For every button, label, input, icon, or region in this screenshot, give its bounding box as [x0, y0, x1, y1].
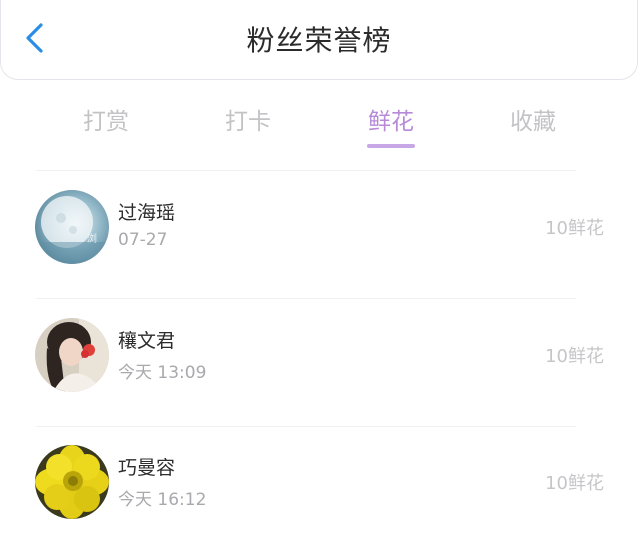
fan-time: 今天 13:09 — [118, 363, 207, 383]
tab-flowers-label: 鲜花 — [368, 109, 414, 135]
fan-name: 穰文君 — [118, 330, 176, 352]
list-item[interactable]: 穰文君 今天 13:09 10鲜花 — [0, 318, 640, 428]
svg-text:浏: 浏 — [87, 232, 97, 245]
fan-time: 07-27 — [118, 230, 168, 250]
moon-avatar: 浏 — [35, 190, 109, 264]
girl-avatar — [35, 318, 109, 392]
flower-count: 10鲜花 — [545, 346, 604, 367]
divider — [36, 170, 576, 171]
flower-count: 10鲜花 — [545, 218, 604, 239]
header-bar: 粉丝荣誉榜 — [0, 0, 638, 80]
tab-favorites[interactable]: 收藏 — [493, 102, 573, 136]
list-item[interactable]: 巧曼容 今天 16:12 10鲜花 — [0, 445, 640, 545]
tab-checkin[interactable]: 打卡 — [208, 102, 288, 136]
tab-active-indicator — [367, 144, 415, 148]
divider — [36, 298, 576, 299]
tab-flowers[interactable]: 鲜花 — [351, 102, 431, 148]
page-title: 粉丝荣誉榜 — [246, 24, 392, 57]
list-item[interactable]: 浏 过海瑶 07-27 10鲜花 — [0, 190, 640, 300]
fan-name: 巧曼容 — [118, 457, 176, 479]
tab-bar: 打赏 打卡 鲜花 收藏 — [0, 96, 640, 156]
divider — [36, 426, 576, 427]
flower-count: 10鲜花 — [545, 473, 604, 494]
tab-checkin-label: 打卡 — [225, 109, 271, 135]
fan-honor-screen: 粉丝荣誉榜 打赏 打卡 鲜花 收藏 浏 过海瑶 07-27 10鲜花 穰文君 今… — [0, 0, 640, 545]
fan-time: 今天 16:12 — [118, 490, 207, 510]
tab-reward-label: 打赏 — [83, 109, 129, 135]
fan-name: 过海瑶 — [118, 202, 176, 224]
tab-favorites-label: 收藏 — [510, 109, 556, 135]
flower-avatar — [35, 445, 109, 519]
tab-reward[interactable]: 打赏 — [66, 102, 146, 136]
